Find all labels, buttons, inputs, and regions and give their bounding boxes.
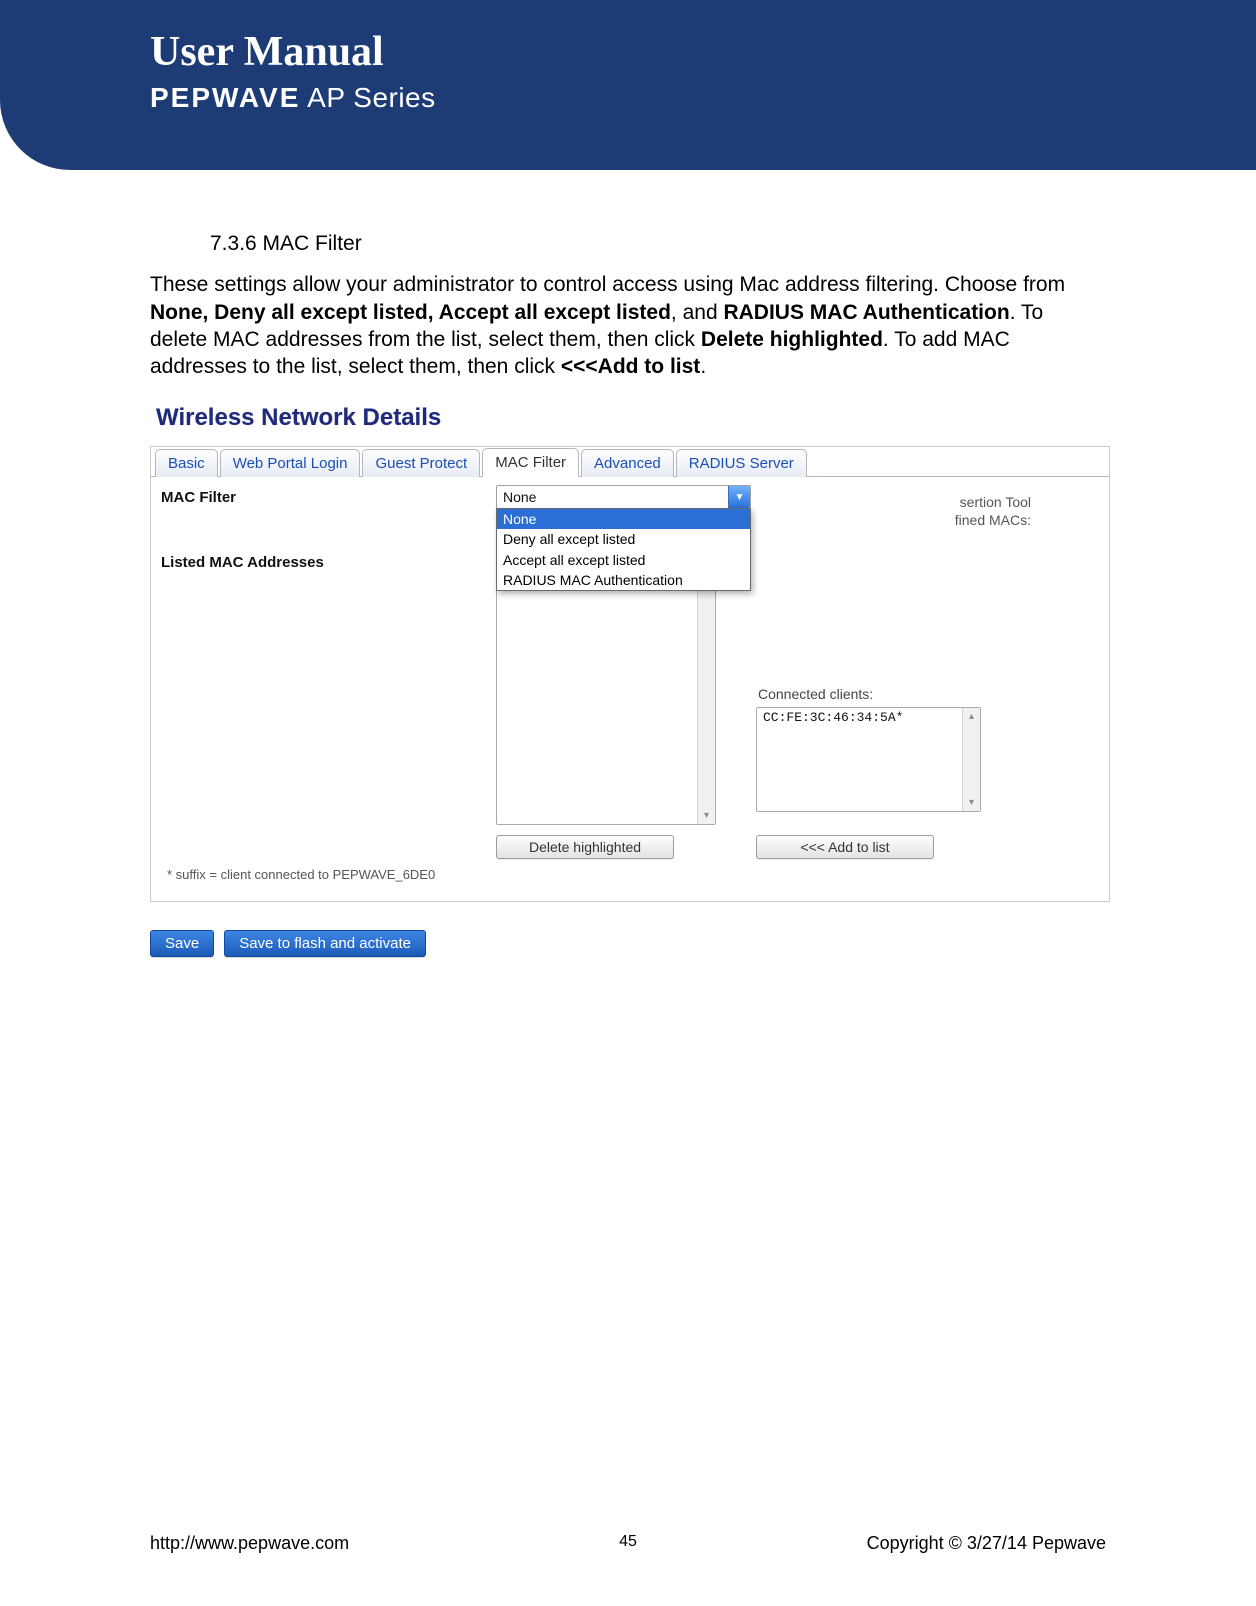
tab-guest-protect[interactable]: Guest Protect xyxy=(362,449,480,478)
action-buttons: Save Save to flash and activate xyxy=(150,930,1106,957)
scroll-down-icon[interactable]: ▾ xyxy=(969,796,974,809)
mac-filter-value: None xyxy=(503,488,536,506)
delete-highlighted-button[interactable]: Delete highlighted xyxy=(496,835,674,859)
defined-macs-label: fined MACs: xyxy=(775,511,1035,529)
series-name: AP Series xyxy=(307,82,436,113)
content-area: 7.3.6 MAC Filter These settings allow yo… xyxy=(0,170,1256,957)
panel-title: Wireless Network Details xyxy=(150,398,1106,447)
tab-mac-filter[interactable]: MAC Filter xyxy=(482,448,579,478)
page-header: User Manual PEPWAVE AP Series xyxy=(0,0,1256,170)
listed-mac-label: Listed MAC Addresses xyxy=(161,550,496,573)
option-radius[interactable]: RADIUS MAC Authentication xyxy=(497,570,750,590)
option-accept[interactable]: Accept all except listed xyxy=(497,550,750,570)
suffix-note: * suffix = client connected to PEPWAVE_6… xyxy=(161,859,1099,892)
option-deny[interactable]: Deny all except listed xyxy=(497,529,750,549)
connected-clients-label: Connected clients: xyxy=(758,685,981,703)
panel-body: MAC Filter None ▼ None Deny all except l… xyxy=(151,477,1109,901)
page-footer: http://www.pepwave.com 45 Copyright © 3/… xyxy=(150,1533,1106,1554)
scroll-down-icon[interactable]: ▾ xyxy=(704,809,709,822)
right-column: Connected clients: CC:FE:3C:46:34:5A* ▴▾ xyxy=(756,550,981,812)
chevron-down-icon[interactable]: ▼ xyxy=(728,486,750,508)
page-number: 45 xyxy=(619,1533,637,1551)
save-flash-button[interactable]: Save to flash and activate xyxy=(224,930,426,957)
brand-line: PEPWAVE AP Series xyxy=(150,82,1256,114)
add-to-list-button[interactable]: <<< Add to list xyxy=(756,835,934,859)
scrollbar[interactable]: ▴▾ xyxy=(697,551,715,824)
mac-filter-dropdown[interactable]: None ▼ None Deny all except listed Accep… xyxy=(496,485,751,509)
tab-radius-server[interactable]: RADIUS Server xyxy=(676,449,807,478)
mac-filter-select[interactable]: None ▼ xyxy=(496,485,751,509)
section-heading: 7.3.6 MAC Filter xyxy=(210,230,1106,257)
brand-name: PEPWAVE xyxy=(150,82,300,113)
tabs-bar: Basic Web Portal Login Guest Protect MAC… xyxy=(151,447,1109,478)
config-screenshot: Basic Web Portal Login Guest Protect MAC… xyxy=(150,446,1110,903)
mac-filter-options[interactable]: None Deny all except listed Accept all e… xyxy=(496,508,751,591)
tab-advanced[interactable]: Advanced xyxy=(581,449,674,478)
manual-title: User Manual xyxy=(150,28,1256,76)
tab-web-portal-login[interactable]: Web Portal Login xyxy=(220,449,361,478)
insertion-tool-area: sertion Tool fined MACs: xyxy=(775,485,1035,547)
mac-filter-label: MAC Filter xyxy=(161,485,496,508)
footer-copyright: Copyright © 3/27/14 Pepwave xyxy=(867,1533,1106,1554)
tab-basic[interactable]: Basic xyxy=(155,449,218,478)
insertion-tool-legend: sertion Tool xyxy=(775,493,1035,511)
option-none[interactable]: None xyxy=(497,509,750,529)
scrollbar[interactable]: ▴▾ xyxy=(962,708,980,811)
save-button[interactable]: Save xyxy=(150,930,214,957)
scroll-up-icon[interactable]: ▴ xyxy=(969,710,974,723)
connected-clients-listbox[interactable]: CC:FE:3C:46:34:5A* ▴▾ xyxy=(756,707,981,812)
connected-client-item[interactable]: CC:FE:3C:46:34:5A* xyxy=(757,708,980,729)
footer-url: http://www.pepwave.com xyxy=(150,1533,349,1554)
intro-paragraph: These settings allow your administrator … xyxy=(150,271,1106,380)
